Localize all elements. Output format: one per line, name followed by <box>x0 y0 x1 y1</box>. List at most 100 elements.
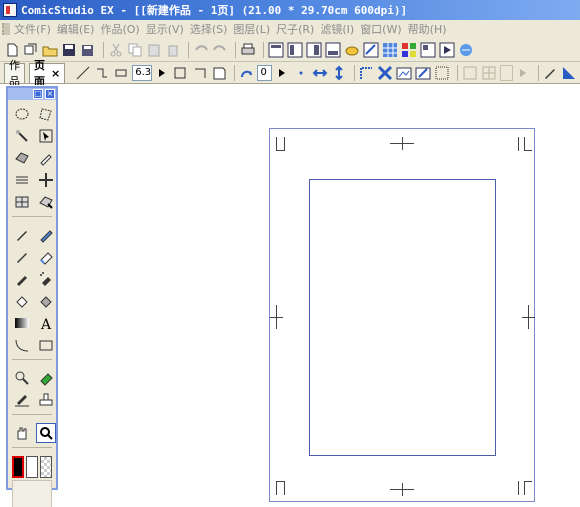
print-icon[interactable] <box>240 42 256 58</box>
copy-icon[interactable] <box>127 42 143 58</box>
move-icon[interactable] <box>36 170 56 190</box>
palette-close-icon[interactable]: × <box>45 89 55 99</box>
gradient-icon[interactable] <box>12 313 32 333</box>
brush-edit-icon[interactable] <box>415 65 431 81</box>
image-edit-icon[interactable] <box>396 65 412 81</box>
eraser-icon[interactable] <box>36 247 56 267</box>
redo-icon[interactable] <box>212 42 228 58</box>
menu-grip-icon[interactable] <box>2 23 10 35</box>
select-pen-icon[interactable] <box>12 148 32 168</box>
clear-icon[interactable] <box>165 42 181 58</box>
curve-icon[interactable] <box>12 335 32 355</box>
rect-outline-icon[interactable] <box>173 65 189 81</box>
pattern-brush-icon[interactable] <box>36 291 56 311</box>
menu-layer[interactable]: 图层(L) <box>233 21 276 37</box>
ruler-icon[interactable] <box>12 170 32 190</box>
zoom-icon[interactable] <box>36 423 56 443</box>
color-grid-icon[interactable] <box>401 42 417 58</box>
transform-icon[interactable] <box>377 65 393 81</box>
menu-file[interactable]: 文件(F) <box>14 21 57 37</box>
tone-eraser-icon[interactable] <box>36 368 56 388</box>
menu-select[interactable]: 选择(S) <box>190 21 234 37</box>
menu-edit[interactable]: 编辑(E) <box>57 21 101 37</box>
magic-wand-icon[interactable] <box>12 126 32 146</box>
transparent-color-swatch[interactable] <box>40 456 52 478</box>
tab-page[interactable]: 页面 × <box>29 59 66 88</box>
play-icon[interactable] <box>439 42 455 58</box>
palette-minimize-icon[interactable]: □ <box>33 89 43 99</box>
save-all-icon[interactable] <box>80 42 96 58</box>
brush-icon[interactable] <box>12 269 32 289</box>
black-color-swatch[interactable] <box>12 456 25 478</box>
marker-icon[interactable] <box>12 247 32 267</box>
fill-icon[interactable] <box>12 291 32 311</box>
registration-mark-icon <box>276 305 277 329</box>
new-page-icon[interactable] <box>23 42 39 58</box>
crop-mark-icon <box>284 137 285 151</box>
pattern-select-icon[interactable] <box>36 192 56 212</box>
properties-icon[interactable] <box>306 42 322 58</box>
pencil-icon[interactable] <box>36 225 56 245</box>
ruler-corner-icon[interactable] <box>358 65 374 81</box>
ink-pen-icon[interactable] <box>542 65 558 81</box>
navigator-icon[interactable] <box>325 42 341 58</box>
material-icon[interactable] <box>344 42 360 58</box>
rotate-icon[interactable] <box>238 65 254 81</box>
layer-panel-icon[interactable] <box>268 42 284 58</box>
line-option-icon[interactable] <box>94 65 110 81</box>
flip-vertical-icon[interactable] <box>331 65 347 81</box>
new-file-icon[interactable] <box>4 42 20 58</box>
frame-ruler-icon[interactable] <box>12 192 32 212</box>
white-color-swatch[interactable] <box>26 456 39 478</box>
ellipse-select-icon[interactable] <box>12 104 32 124</box>
pen-tool-icon[interactable] <box>12 390 32 410</box>
paste-icon[interactable] <box>146 42 162 58</box>
pen-icon[interactable] <box>12 225 32 245</box>
flip-horizontal-icon[interactable] <box>312 65 328 81</box>
dot-icon[interactable] <box>293 65 309 81</box>
text-icon[interactable]: A <box>36 313 56 333</box>
menu-work[interactable]: 作品(O) <box>100 21 145 37</box>
lasso-select-icon[interactable] <box>36 104 56 124</box>
main-toolbar <box>0 38 580 62</box>
stroke-icon[interactable] <box>75 65 91 81</box>
palette-separator <box>12 414 52 415</box>
object-select-icon[interactable] <box>36 126 56 146</box>
brush-size-input[interactable]: 6.3 <box>132 64 153 81</box>
triangle-icon[interactable] <box>561 65 577 81</box>
browser-icon[interactable] <box>458 42 474 58</box>
menu-ruler[interactable]: 尺子(R) <box>276 21 320 37</box>
stamp-icon[interactable] <box>36 390 56 410</box>
menu-filter[interactable]: 滤镜(I) <box>320 21 360 37</box>
menu-help[interactable]: 帮助(H) <box>408 21 453 37</box>
registration-mark-icon <box>402 483 403 496</box>
crop-mark-icon <box>284 481 285 495</box>
toolbar-separator <box>188 41 189 58</box>
page-list-icon[interactable] <box>287 42 303 58</box>
rotation-angle-input[interactable]: 0 <box>257 64 272 81</box>
grid-icon[interactable] <box>382 42 398 58</box>
dotted-frame-icon[interactable] <box>434 65 450 81</box>
tab-work[interactable]: 作品 <box>4 59 25 88</box>
page-fold-icon[interactable] <box>211 65 227 81</box>
hand-icon[interactable] <box>12 423 32 443</box>
play-right2-icon[interactable] <box>274 65 290 81</box>
open-folder-icon[interactable] <box>42 42 58 58</box>
tool-options-icon[interactable] <box>363 42 379 58</box>
app-icon[interactable] <box>3 3 17 17</box>
history-icon[interactable] <box>420 42 436 58</box>
corner-icon[interactable] <box>192 65 208 81</box>
airbrush-icon[interactable] <box>36 269 56 289</box>
play-right-icon[interactable] <box>154 65 170 81</box>
tone-select-icon[interactable] <box>12 368 32 388</box>
menu-view[interactable]: 显示(V) <box>146 21 190 37</box>
cut-icon[interactable] <box>108 42 124 58</box>
undo-icon[interactable] <box>193 42 209 58</box>
manga-page[interactable] <box>269 128 535 502</box>
close-tab-icon[interactable]: × <box>51 67 60 80</box>
rectangle-icon[interactable] <box>36 335 56 355</box>
eyedropper-icon[interactable] <box>36 148 56 168</box>
menu-window[interactable]: 窗口(W) <box>360 21 407 37</box>
save-icon[interactable] <box>61 42 77 58</box>
line-option2-icon[interactable] <box>113 65 129 81</box>
